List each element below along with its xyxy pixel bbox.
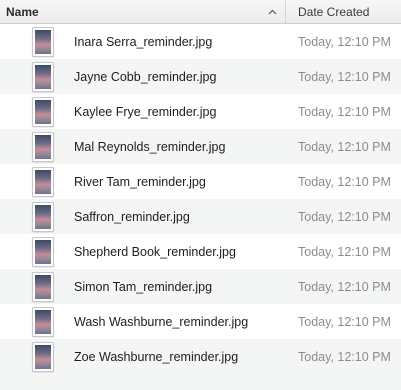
file-name: Simon Tam_reminder.jpg [74,279,213,294]
jpg-file-icon [32,61,54,92]
file-name: Shepherd Book_reminder.jpg [74,244,236,259]
name-cell: Simon Tam_reminder.jpg [0,271,286,302]
file-row[interactable]: River Tam_reminder.jpg Today, 12:10 PM [0,164,401,199]
file-name: Wash Washburne_reminder.jpg [74,314,249,329]
file-date: Today, 12:10 PM [298,104,391,119]
jpg-file-icon [32,26,54,57]
name-column-label: Name [6,4,39,19]
date-created-column-label: Date Created [298,4,370,19]
jpg-file-icon [32,306,54,337]
file-name: Zoe Washburne_reminder.jpg [74,349,239,364]
file-date: Today, 12:10 PM [298,279,391,294]
name-cell: Kaylee Frye_reminder.jpg [0,96,286,127]
file-row[interactable]: Simon Tam_reminder.jpg Today, 12:10 PM [0,269,401,304]
file-date: Today, 12:10 PM [298,69,391,84]
name-column-header[interactable]: Name [0,0,286,23]
jpg-file-icon [32,131,54,162]
file-name: Saffron_reminder.jpg [74,209,190,224]
file-date: Today, 12:10 PM [298,139,391,154]
file-name: Mal Reynolds_reminder.jpg [74,139,226,154]
name-cell: Shepherd Book_reminder.jpg [0,236,286,267]
jpg-file-icon [32,201,54,232]
date-created-column-header[interactable]: Date Created [286,0,401,23]
file-date: Today, 12:10 PM [298,314,391,329]
file-row[interactable]: Inara Serra_reminder.jpg Today, 12:10 PM [0,24,401,59]
file-date: Today, 12:10 PM [298,209,391,224]
name-cell: Wash Washburne_reminder.jpg [0,306,286,337]
file-row[interactable]: Jayne Cobb_reminder.jpg Today, 12:10 PM [0,59,401,94]
jpg-file-icon [32,236,54,267]
file-row[interactable]: Shepherd Book_reminder.jpg Today, 12:10 … [0,234,401,269]
file-date: Today, 12:10 PM [298,349,391,364]
empty-row [0,374,401,390]
file-name: River Tam_reminder.jpg [74,174,206,189]
file-row[interactable]: Saffron_reminder.jpg Today, 12:10 PM [0,199,401,234]
column-header-bar: Name Date Created [0,0,401,24]
file-row[interactable]: Kaylee Frye_reminder.jpg Today, 12:10 PM [0,94,401,129]
jpg-file-icon [32,271,54,302]
file-row[interactable]: Zoe Washburne_reminder.jpg Today, 12:10 … [0,339,401,374]
name-cell: Inara Serra_reminder.jpg [0,26,286,57]
name-cell: Saffron_reminder.jpg [0,201,286,232]
name-cell: Jayne Cobb_reminder.jpg [0,61,286,92]
name-cell: Zoe Washburne_reminder.jpg [0,341,286,372]
name-cell: Mal Reynolds_reminder.jpg [0,131,286,162]
file-list: Inara Serra_reminder.jpg Today, 12:10 PM… [0,24,401,374]
file-date: Today, 12:10 PM [298,34,391,49]
file-name: Jayne Cobb_reminder.jpg [74,69,217,84]
jpg-file-icon [32,166,54,197]
chevron-up-icon[interactable] [267,7,277,17]
jpg-file-icon [32,96,54,127]
name-cell: River Tam_reminder.jpg [0,166,286,197]
file-date: Today, 12:10 PM [298,244,391,259]
file-name: Inara Serra_reminder.jpg [74,34,213,49]
file-date: Today, 12:10 PM [298,174,391,189]
jpg-file-icon [32,341,54,372]
file-row[interactable]: Wash Washburne_reminder.jpg Today, 12:10… [0,304,401,339]
file-row[interactable]: Mal Reynolds_reminder.jpg Today, 12:10 P… [0,129,401,164]
file-name: Kaylee Frye_reminder.jpg [74,104,217,119]
